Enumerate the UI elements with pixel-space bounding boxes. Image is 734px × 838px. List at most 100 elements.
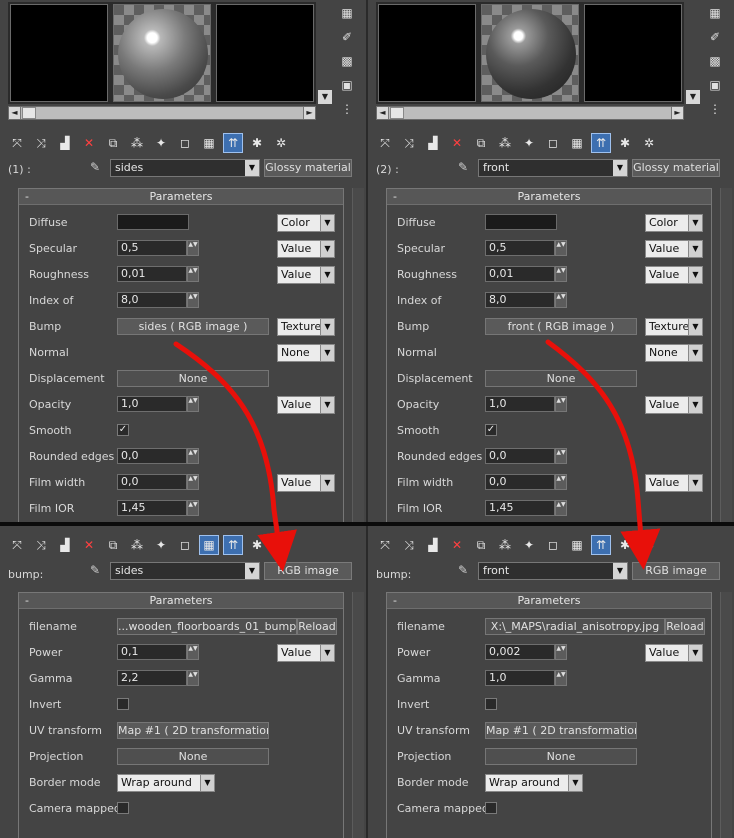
go-forward-icon[interactable]: ✲ bbox=[272, 536, 290, 554]
roughness-input[interactable]: 0,01 bbox=[117, 266, 187, 282]
opacity-mode-select[interactable]: Value ▼ bbox=[645, 396, 703, 414]
diffuse-mode-select[interactable]: Color ▼ bbox=[645, 214, 703, 232]
pick-material-icon[interactable]: ▣ bbox=[338, 76, 356, 94]
chevron-down-icon[interactable]: ▼ bbox=[568, 775, 582, 791]
normal-mode-select[interactable]: None ▼ bbox=[277, 344, 335, 362]
chevron-down-icon[interactable]: ▼ bbox=[688, 267, 702, 283]
show-map-icon[interactable]: ▦ bbox=[568, 536, 586, 554]
chevron-down-icon[interactable]: ▼ bbox=[245, 563, 259, 579]
options-icon[interactable]: ⋮ bbox=[706, 100, 724, 118]
material-id-icon[interactable]: ◻ bbox=[544, 134, 562, 152]
make-unique-icon[interactable]: ⁂ bbox=[128, 536, 146, 554]
chevron-down-icon[interactable]: ▼ bbox=[688, 345, 702, 361]
sample-slot-2-active[interactable] bbox=[113, 4, 211, 102]
show-end-result-icon[interactable]: ⇈ bbox=[591, 535, 611, 555]
power-mode-select[interactable]: Value ▼ bbox=[645, 644, 703, 662]
material-id-icon[interactable]: ◻ bbox=[544, 536, 562, 554]
diffuse-mode-select[interactable]: Color ▼ bbox=[277, 214, 335, 232]
delete-icon[interactable]: ✕ bbox=[80, 134, 98, 152]
specular-input[interactable]: 0,5 bbox=[485, 240, 555, 256]
displacement-map-button[interactable]: None bbox=[117, 370, 269, 387]
spinner-icon[interactable]: ▲▼ bbox=[187, 670, 199, 686]
sample-slot-3[interactable] bbox=[216, 4, 314, 102]
chevron-down-icon[interactable]: ▼ bbox=[688, 215, 702, 231]
chevron-down-icon[interactable]: ▼ bbox=[688, 475, 702, 491]
checker-icon[interactable]: ▩ bbox=[706, 52, 724, 70]
reload-button[interactable]: Reload bbox=[297, 618, 337, 635]
copy-material-icon[interactable]: ⧉ bbox=[472, 134, 490, 152]
copy-material-icon[interactable]: ⧉ bbox=[104, 536, 122, 554]
show-end-result-icon[interactable]: ⇈ bbox=[223, 133, 243, 153]
slots-scrollbar[interactable]: ◄ ► bbox=[8, 106, 316, 120]
slots-dropdown-icon[interactable]: ▼ bbox=[686, 90, 700, 104]
spinner-icon[interactable]: ▲▼ bbox=[187, 448, 199, 464]
sample-slot-1[interactable] bbox=[378, 4, 476, 102]
delete-icon[interactable]: ✕ bbox=[80, 536, 98, 554]
film-ior-input[interactable]: 1,45 bbox=[117, 500, 187, 516]
pipette-icon[interactable]: ✎ bbox=[454, 563, 472, 581]
bump-map-button[interactable]: front ( RGB image ) bbox=[485, 318, 637, 335]
rollout-header[interactable]: - Parameters bbox=[387, 593, 711, 609]
chevron-down-icon[interactable]: ▼ bbox=[320, 345, 334, 361]
put-to-library-icon[interactable]: ✦ bbox=[520, 536, 538, 554]
panel-scrollbar[interactable] bbox=[720, 188, 732, 522]
put-to-scene-icon[interactable]: ⤨ bbox=[32, 134, 50, 152]
rollout-header[interactable]: - Parameters bbox=[19, 189, 343, 205]
scroll-thumb[interactable] bbox=[390, 107, 404, 119]
rollout-header[interactable]: - Parameters bbox=[387, 189, 711, 205]
sample-slot-1[interactable] bbox=[10, 4, 108, 102]
chevron-down-icon[interactable]: ▼ bbox=[320, 645, 334, 661]
assign-material-icon[interactable]: ▟ bbox=[56, 134, 74, 152]
chevron-down-icon[interactable]: ▼ bbox=[320, 241, 334, 257]
chevron-down-icon[interactable]: ▼ bbox=[688, 397, 702, 413]
camera-mapped-checkbox[interactable] bbox=[117, 802, 129, 814]
rounded-edges-input[interactable]: 0,0 bbox=[117, 448, 187, 464]
chevron-down-icon[interactable]: ▼ bbox=[200, 775, 214, 791]
roughness-input[interactable]: 0,01 bbox=[485, 266, 555, 282]
get-material-icon[interactable]: ⤧ bbox=[8, 536, 26, 554]
material-name-combo[interactable]: sides ▼ bbox=[110, 159, 260, 177]
make-unique-icon[interactable]: ⁂ bbox=[496, 536, 514, 554]
get-material-icon[interactable]: ⤧ bbox=[376, 134, 394, 152]
uv-transform-button[interactable]: Map #1 ( 2D transformation ) bbox=[117, 722, 269, 739]
put-to-scene-icon[interactable]: ⤨ bbox=[400, 134, 418, 152]
spinner-icon[interactable]: ▲▼ bbox=[555, 266, 567, 282]
reload-button[interactable]: Reload bbox=[665, 618, 705, 635]
smooth-checkbox[interactable]: ✓ bbox=[485, 424, 497, 436]
power-input[interactable]: 0,1 bbox=[117, 644, 187, 660]
sample-slot-2-active[interactable] bbox=[481, 4, 579, 102]
get-material-icon[interactable]: ⤧ bbox=[8, 134, 26, 152]
put-to-scene-icon[interactable]: ⤨ bbox=[32, 536, 50, 554]
smooth-checkbox[interactable]: ✓ bbox=[117, 424, 129, 436]
map-type-button[interactable]: RGB image bbox=[632, 562, 720, 580]
color-palette-icon[interactable]: ▦ bbox=[706, 4, 724, 22]
displacement-map-button[interactable]: None bbox=[485, 370, 637, 387]
options-icon[interactable]: ⋮ bbox=[338, 100, 356, 118]
film-width-input[interactable]: 0,0 bbox=[117, 474, 187, 490]
show-map-icon[interactable]: ▦ bbox=[199, 535, 219, 555]
pipette-icon[interactable]: ✎ bbox=[454, 160, 472, 178]
rounded-edges-input[interactable]: 0,0 bbox=[485, 448, 555, 464]
scroll-right-icon[interactable]: ► bbox=[671, 107, 683, 119]
slots-scrollbar[interactable]: ◄ ► bbox=[376, 106, 684, 120]
go-forward-icon[interactable]: ✲ bbox=[640, 536, 658, 554]
bump-mode-select[interactable]: Texture ▼ bbox=[645, 318, 703, 336]
invert-checkbox[interactable] bbox=[485, 698, 497, 710]
opacity-input[interactable]: 1,0 bbox=[117, 396, 187, 412]
map-name-combo[interactable]: front ▼ bbox=[478, 562, 628, 580]
go-to-parent-icon[interactable]: ✱ bbox=[248, 536, 266, 554]
normal-mode-select[interactable]: None ▼ bbox=[645, 344, 703, 362]
spinner-icon[interactable]: ▲▼ bbox=[187, 266, 199, 282]
chevron-down-icon[interactable]: ▼ bbox=[613, 563, 627, 579]
map-name-combo[interactable]: sides ▼ bbox=[110, 562, 260, 580]
spinner-icon[interactable]: ▲▼ bbox=[555, 644, 567, 660]
chevron-down-icon[interactable]: ▼ bbox=[688, 241, 702, 257]
chevron-down-icon[interactable]: ▼ bbox=[320, 397, 334, 413]
show-end-result-icon[interactable]: ⇈ bbox=[591, 133, 611, 153]
specular-mode-select[interactable]: Value ▼ bbox=[645, 240, 703, 258]
power-mode-select[interactable]: Value ▼ bbox=[277, 644, 335, 662]
assign-material-icon[interactable]: ▟ bbox=[424, 134, 442, 152]
border-mode-select[interactable]: Wrap around ▼ bbox=[117, 774, 215, 792]
material-type-button[interactable]: Glossy material bbox=[632, 159, 720, 177]
put-to-library-icon[interactable]: ✦ bbox=[520, 134, 538, 152]
